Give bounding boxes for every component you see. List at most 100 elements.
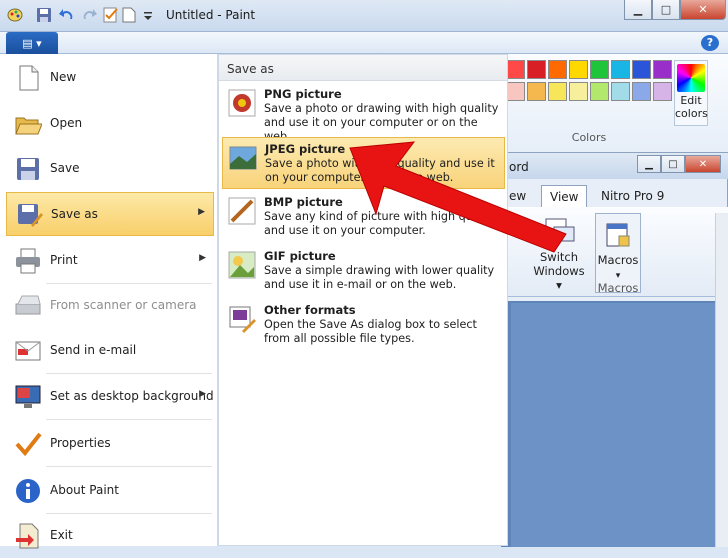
macros-icon: [606, 223, 630, 247]
help-button[interactable]: ?: [701, 35, 719, 51]
file-menu-item-new[interactable]: New: [6, 56, 214, 100]
file-menu: New Open Save Save as ▶ Print ▶ From scanner or…: [0, 54, 218, 549]
save-as-png-picture[interactable]: PNG picture Save a photo or drawing with …: [222, 83, 505, 143]
word-window-title: ord: [509, 160, 529, 174]
file-menu-item-about-paint[interactable]: About Paint: [6, 469, 214, 513]
save-as-submenu: Save as PNG picture Save a photo or drawi…: [218, 54, 508, 546]
file-menu-button[interactable]: ▤ ▾: [6, 32, 58, 54]
save-as-bmp-picture[interactable]: BMP picture Save any kind of picture with…: [222, 191, 505, 243]
color-swatch[interactable]: [548, 60, 567, 79]
file-menu-item-save[interactable]: Save: [6, 147, 214, 191]
window-controls: ▁ □ ✕: [624, 0, 726, 22]
word-maximize-button[interactable]: □: [661, 155, 685, 173]
color-swatch[interactable]: [506, 82, 525, 101]
switch-windows-button[interactable]: Switch Windows ▾: [529, 217, 589, 292]
edit-colors-button[interactable]: Edit colors: [674, 60, 708, 126]
paint-app-icon[interactable]: [6, 7, 24, 23]
color-swatch[interactable]: [632, 82, 651, 101]
switch-windows-label: Switch Windows ▾: [533, 250, 585, 292]
file-menu-item-label: About Paint: [50, 483, 119, 497]
png-icon: [228, 89, 256, 117]
macros-button[interactable]: Macros ▾ Macros: [595, 213, 641, 295]
word-tab-strip: ew View Nitro Pro 9: [501, 185, 728, 207]
save-as-item-description: Save any kind of picture with high quali…: [264, 210, 497, 237]
word-minimize-button[interactable]: ▁: [637, 155, 661, 173]
color-swatch[interactable]: [590, 60, 609, 79]
file-menu-item-label: Save as: [51, 207, 98, 221]
save-as-item-title: BMP picture: [264, 195, 343, 209]
properties-check-icon[interactable]: [102, 7, 120, 23]
word-page: [511, 303, 717, 547]
menu-separator: [46, 419, 212, 420]
file-menu-item-from-scanner-or-camera[interactable]: From scanner or camera: [6, 284, 214, 328]
submenu-arrow-icon: ▶: [198, 207, 205, 217]
color-swatch[interactable]: [653, 82, 672, 101]
maximize-button[interactable]: □: [652, 0, 680, 20]
email-icon: [14, 337, 42, 365]
colors-group-label: Colors: [571, 131, 607, 144]
other-formats-icon: [228, 305, 256, 333]
edit-colors-label: Edit colors: [675, 94, 708, 120]
color-palette: [506, 60, 672, 106]
color-swatch[interactable]: [506, 60, 525, 79]
new-icon[interactable]: [122, 7, 140, 23]
save-as-item-title: PNG picture: [264, 87, 342, 101]
save-as-item-title: GIF picture: [264, 249, 336, 263]
window-title: Untitled - Paint: [166, 8, 256, 22]
save-as-item-description: Open the Save As dialog box to select fr…: [264, 318, 477, 345]
file-menu-item-exit[interactable]: Exit: [6, 514, 214, 558]
file-menu-item-label: Exit: [50, 528, 73, 542]
file-menu-item-label: Print: [50, 253, 78, 267]
color-swatch[interactable]: [653, 60, 672, 79]
file-menu-item-set-as-desktop-background[interactable]: Set as desktop background ▶: [6, 375, 214, 419]
color-swatch[interactable]: [527, 60, 546, 79]
word-window: ord ▁ □ ✕ ew View Nitro Pro 9 Switch Win…: [500, 152, 728, 547]
new-document-icon: [14, 64, 42, 92]
file-menu-item-send-in-e-mail[interactable]: Send in e-mail: [6, 329, 214, 373]
save-icon[interactable]: [36, 7, 54, 23]
color-swatch[interactable]: [632, 60, 651, 79]
save-as-icon: [15, 201, 43, 229]
file-menu-item-label: Send in e-mail: [50, 343, 137, 357]
minimize-button[interactable]: ▁: [624, 0, 652, 20]
tab-nitro-pro[interactable]: Nitro Pro 9: [593, 185, 672, 207]
word-close-button[interactable]: ✕: [685, 155, 721, 173]
color-swatch[interactable]: [611, 82, 630, 101]
save-as-other-formats[interactable]: Other formats Open the Save As dialog box…: [222, 299, 505, 351]
word-ribbon: Switch Windows ▾ Macros ▾ Macros: [501, 207, 728, 297]
submenu-arrow-icon: ▶: [199, 253, 206, 263]
file-menu-item-print[interactable]: Print ▶: [6, 239, 214, 283]
file-menu-item-label: Save: [50, 161, 80, 175]
file-menu-item-label: Properties: [50, 436, 111, 450]
save-as-item-title: Other formats: [264, 303, 356, 317]
desktop-icon: [14, 383, 42, 411]
jpeg-icon: [229, 144, 257, 172]
word-scrollbar[interactable]: [715, 213, 728, 547]
color-swatch[interactable]: [590, 82, 609, 101]
color-swatch[interactable]: [569, 60, 588, 79]
bmp-icon: [228, 197, 256, 225]
file-menu-item-properties[interactable]: Properties: [6, 422, 214, 466]
color-swatch[interactable]: [527, 82, 546, 101]
file-menu-item-open[interactable]: Open: [6, 102, 214, 146]
switch-windows-icon: [545, 218, 575, 242]
color-swatch[interactable]: [569, 82, 588, 101]
redo-icon[interactable]: [80, 7, 98, 23]
save-as-jpeg-picture[interactable]: JPEG picture Save a photo with high quali…: [222, 137, 505, 189]
color-swatch[interactable]: [548, 82, 567, 101]
file-menu-item-save-as[interactable]: Save as ▶: [6, 192, 214, 236]
undo-icon[interactable]: [58, 7, 76, 23]
close-button[interactable]: ✕: [680, 0, 726, 20]
submenu-arrow-icon: ▶: [199, 389, 206, 399]
color-wheel-icon: [677, 64, 705, 92]
open-folder-icon: [14, 110, 43, 138]
tab-view[interactable]: View: [541, 185, 588, 207]
save-as-gif-picture[interactable]: GIF picture Save a simple drawing with lo…: [222, 245, 505, 297]
checkmark-icon: [14, 430, 42, 458]
macros-label: Macros: [597, 253, 639, 267]
file-menu-item-label: New: [50, 70, 77, 84]
color-swatch[interactable]: [611, 60, 630, 79]
save-as-item-title: JPEG picture: [265, 142, 346, 156]
title-bar: Untitled - Paint ▁ □ ✕: [0, 0, 728, 32]
customize-qat-icon[interactable]: [142, 7, 160, 23]
